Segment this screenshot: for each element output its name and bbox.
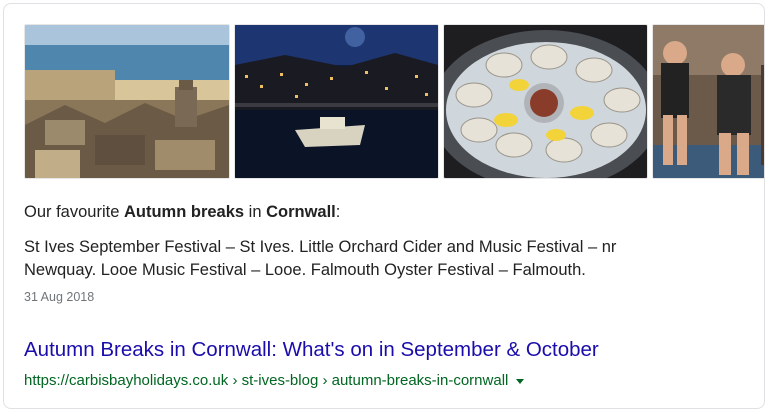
snippet-date: 31 Aug 2018 [24,290,95,304]
snippet-body: St Ives September Festival – St Ives. Li… [24,236,744,282]
thumbnail-harbour-night[interactable] [234,24,439,179]
thumbnail-oysters[interactable] [443,24,648,179]
image-strip [24,24,764,181]
town-image [25,25,229,178]
heading-mid: in [244,203,267,221]
people-image [653,25,764,178]
snippet-text: Our favourite Autumn breaks in Cornwall:… [24,201,744,309]
heading-bold-cornwall: Cornwall [266,203,336,221]
oysters-image [444,25,647,178]
snippet-body-line-1: St Ives September Festival – St Ives. Li… [24,238,617,256]
result-url: https://carbisbayholidays.co.uk › st-ive… [24,371,525,391]
result-title-link[interactable]: Autumn Breaks in Cornwall: What's on in … [24,337,599,363]
thumbnail-st-ives[interactable] [24,24,230,179]
heading-prefix: Our favourite [24,203,124,221]
dropdown-caret-icon[interactable] [516,378,525,384]
thumbnail-festival-people[interactable] [652,24,764,179]
heading-bold-autumn-breaks: Autumn breaks [123,203,245,221]
heading-suffix: : [335,203,341,221]
snippet-body-line-2: Newquay. Looe Music Festival – Looe. Fal… [24,261,586,279]
result-url-text[interactable]: https://carbisbayholidays.co.uk › st-ive… [24,372,508,389]
featured-snippet-card: Our favourite Autumn breaks in Cornwall:… [3,3,765,409]
harbour-image [235,25,438,178]
snippet-heading: Our favourite Autumn breaks in Cornwall: [24,201,744,224]
